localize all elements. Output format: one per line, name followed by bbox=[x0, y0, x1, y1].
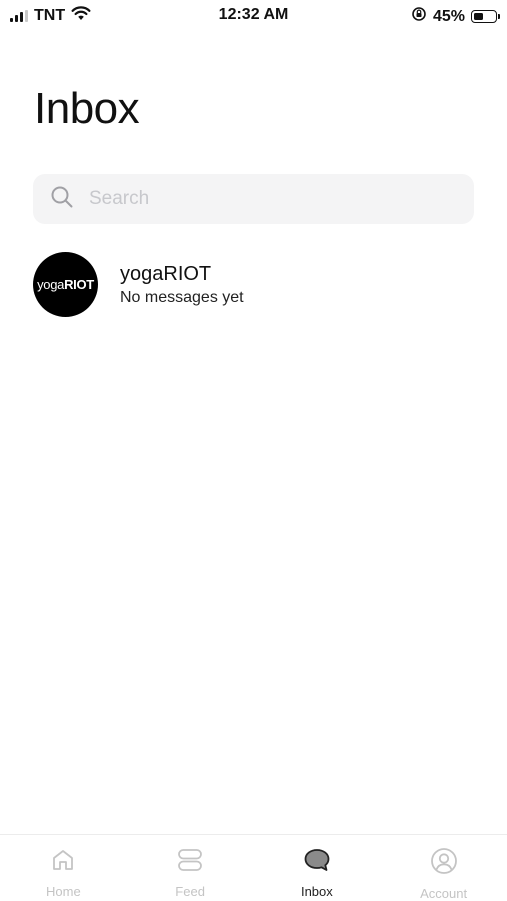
status-right: 45% bbox=[411, 6, 500, 27]
avatar-logo-text-bold: RIOT bbox=[64, 276, 94, 292]
chat-bubble-icon bbox=[303, 847, 331, 878]
avatar: yoga RIOT bbox=[33, 251, 98, 317]
search-bar[interactable] bbox=[33, 174, 474, 224]
tab-account-label: Account bbox=[420, 886, 468, 901]
tab-bar: Home Feed Inbox Account bbox=[0, 834, 507, 901]
search-input[interactable] bbox=[87, 187, 451, 211]
search-icon bbox=[51, 186, 73, 213]
tab-feed[interactable]: Feed bbox=[127, 835, 254, 901]
tab-home[interactable]: Home bbox=[0, 835, 127, 901]
avatar-logo-text-light: yoga bbox=[37, 276, 65, 292]
tab-home-label: Home bbox=[46, 884, 81, 899]
tab-feed-label: Feed bbox=[175, 884, 205, 899]
tab-inbox[interactable]: Inbox bbox=[254, 835, 381, 901]
conversation-name: yogaRIOT bbox=[120, 262, 212, 285]
tab-inbox-label: Inbox bbox=[300, 884, 333, 899]
battery-fill bbox=[474, 13, 483, 20]
home-icon bbox=[50, 847, 76, 878]
conversation-text: yogaRIOT No messages yet bbox=[120, 262, 244, 307]
page-title: Inbox bbox=[34, 84, 140, 133]
battery-percent: 45% bbox=[432, 7, 465, 25]
orientation-lock-icon bbox=[411, 6, 427, 27]
conversation-preview: No messages yet bbox=[120, 288, 244, 306]
feed-icon bbox=[177, 847, 203, 878]
battery-icon bbox=[471, 10, 500, 23]
conversation-item[interactable]: yoga RIOT yogaRIOT No messages yet bbox=[33, 251, 474, 317]
tab-account[interactable]: Account bbox=[380, 835, 507, 901]
account-icon bbox=[430, 847, 458, 880]
status-bar: TNT 12:32 AM 45% bbox=[0, 0, 507, 32]
